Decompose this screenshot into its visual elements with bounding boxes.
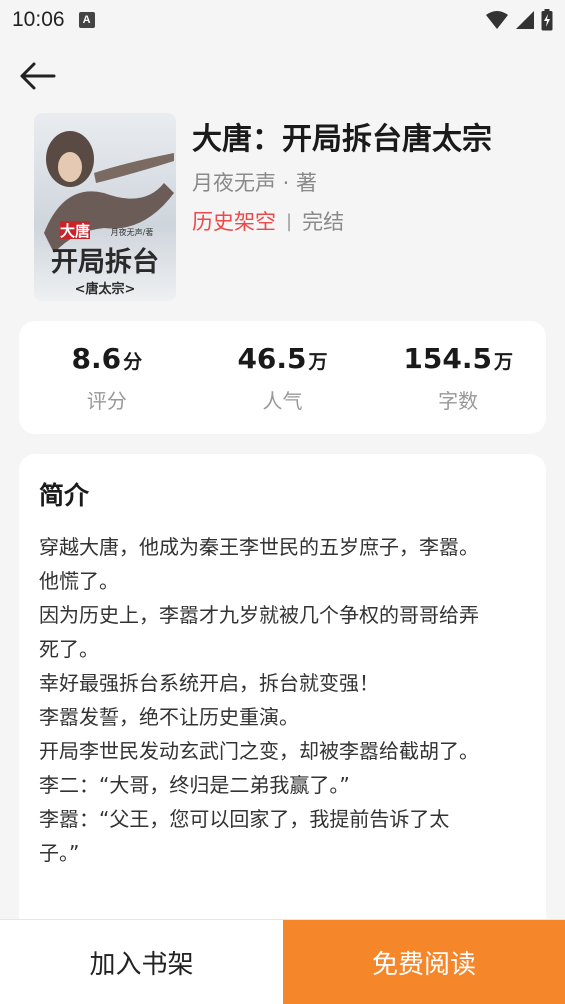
book-title: 大唐：开局拆台唐太宗 — [192, 122, 492, 157]
bottom-action-bar: 加入书架 免费阅读 — [0, 919, 565, 1004]
wifi-icon — [486, 11, 508, 29]
cover-big-text: 大唐 — [60, 222, 90, 240]
free-read-button[interactable]: 免费阅读 — [283, 920, 565, 1004]
back-button[interactable] — [16, 56, 58, 96]
notification-icon: A — [78, 12, 95, 28]
stat-label: 字数 — [438, 388, 479, 413]
book-category[interactable]: 历史架空 — [192, 206, 276, 236]
stat-word-count: 154.5 万 字数 — [370, 321, 546, 434]
book-status: 完结 — [302, 210, 345, 234]
status-bar: 10:06 A — [0, 0, 565, 40]
cover-author-text: 月夜无声/著 — [111, 227, 154, 237]
intro-line: 开局李世民发动玄武门之变，却被李嚣给截胡了。 — [39, 739, 479, 763]
book-meta: 历史架空 | 完结 — [192, 206, 344, 236]
stat-value: 8.6 — [71, 341, 122, 375]
status-time: 10:06 — [12, 8, 65, 31]
intro-line: 因为历史上，李嚣才九岁就被几个争权的哥哥给弄 — [39, 603, 479, 627]
stat-unit: 分 — [123, 350, 143, 373]
battery-icon — [541, 9, 553, 31]
intro-line: 穿越大唐，他成为秦王李世民的五岁庶子，李嚣。 — [39, 535, 479, 559]
arrow-left-icon — [20, 62, 56, 90]
meta-separator: | — [286, 210, 293, 232]
intro-line: 李嚣：“父王，您可以回家了，我提前告诉了太 — [39, 807, 450, 831]
intro-line: 子。” — [39, 841, 80, 865]
intro-line: 幸好最强拆台系统开启，拆台就变强！ — [39, 671, 379, 695]
add-to-shelf-button[interactable]: 加入书架 — [0, 920, 283, 1004]
book-cover[interactable]: 大唐 月夜无声/著 开局拆台 <唐太宗> — [34, 113, 176, 301]
stat-label: 人气 — [262, 388, 303, 413]
book-author[interactable]: 月夜无声 · 著 — [192, 167, 317, 197]
stat-label: 评分 — [86, 388, 127, 413]
book-cover-art: 大唐 月夜无声/著 开局拆台 <唐太宗> — [34, 113, 176, 301]
cover-sub-text: <唐太宗> — [75, 281, 136, 297]
status-icons — [485, 9, 553, 31]
intro-line: 李嚣发誓，绝不让历史重演。 — [39, 705, 299, 729]
cover-main-text: 开局拆台 — [51, 246, 159, 278]
stat-unit: 万 — [493, 350, 513, 373]
intro-line: 李二：“大哥，终归是二弟我赢了。” — [39, 773, 350, 797]
intro-heading: 简介 — [39, 481, 90, 510]
stat-popularity: 46.5 万 人气 — [195, 321, 371, 434]
stat-value: 154.5 — [403, 341, 492, 375]
cell-signal-icon — [516, 11, 534, 29]
stats-card: 8.6 分 评分 46.5 万 人气 154.5 万 字数 — [19, 321, 546, 434]
stat-unit: 万 — [308, 350, 328, 373]
stat-value: 46.5 — [237, 341, 307, 375]
intro-line: 死了。 — [39, 637, 99, 661]
intro-line: 他慌了。 — [39, 569, 119, 593]
intro-body: 穿越大唐，他成为秦王李世民的五岁庶子，李嚣。 他慌了。 因为历史上，李嚣才九岁就… — [39, 530, 524, 870]
stat-rating: 8.6 分 评分 — [19, 321, 195, 434]
